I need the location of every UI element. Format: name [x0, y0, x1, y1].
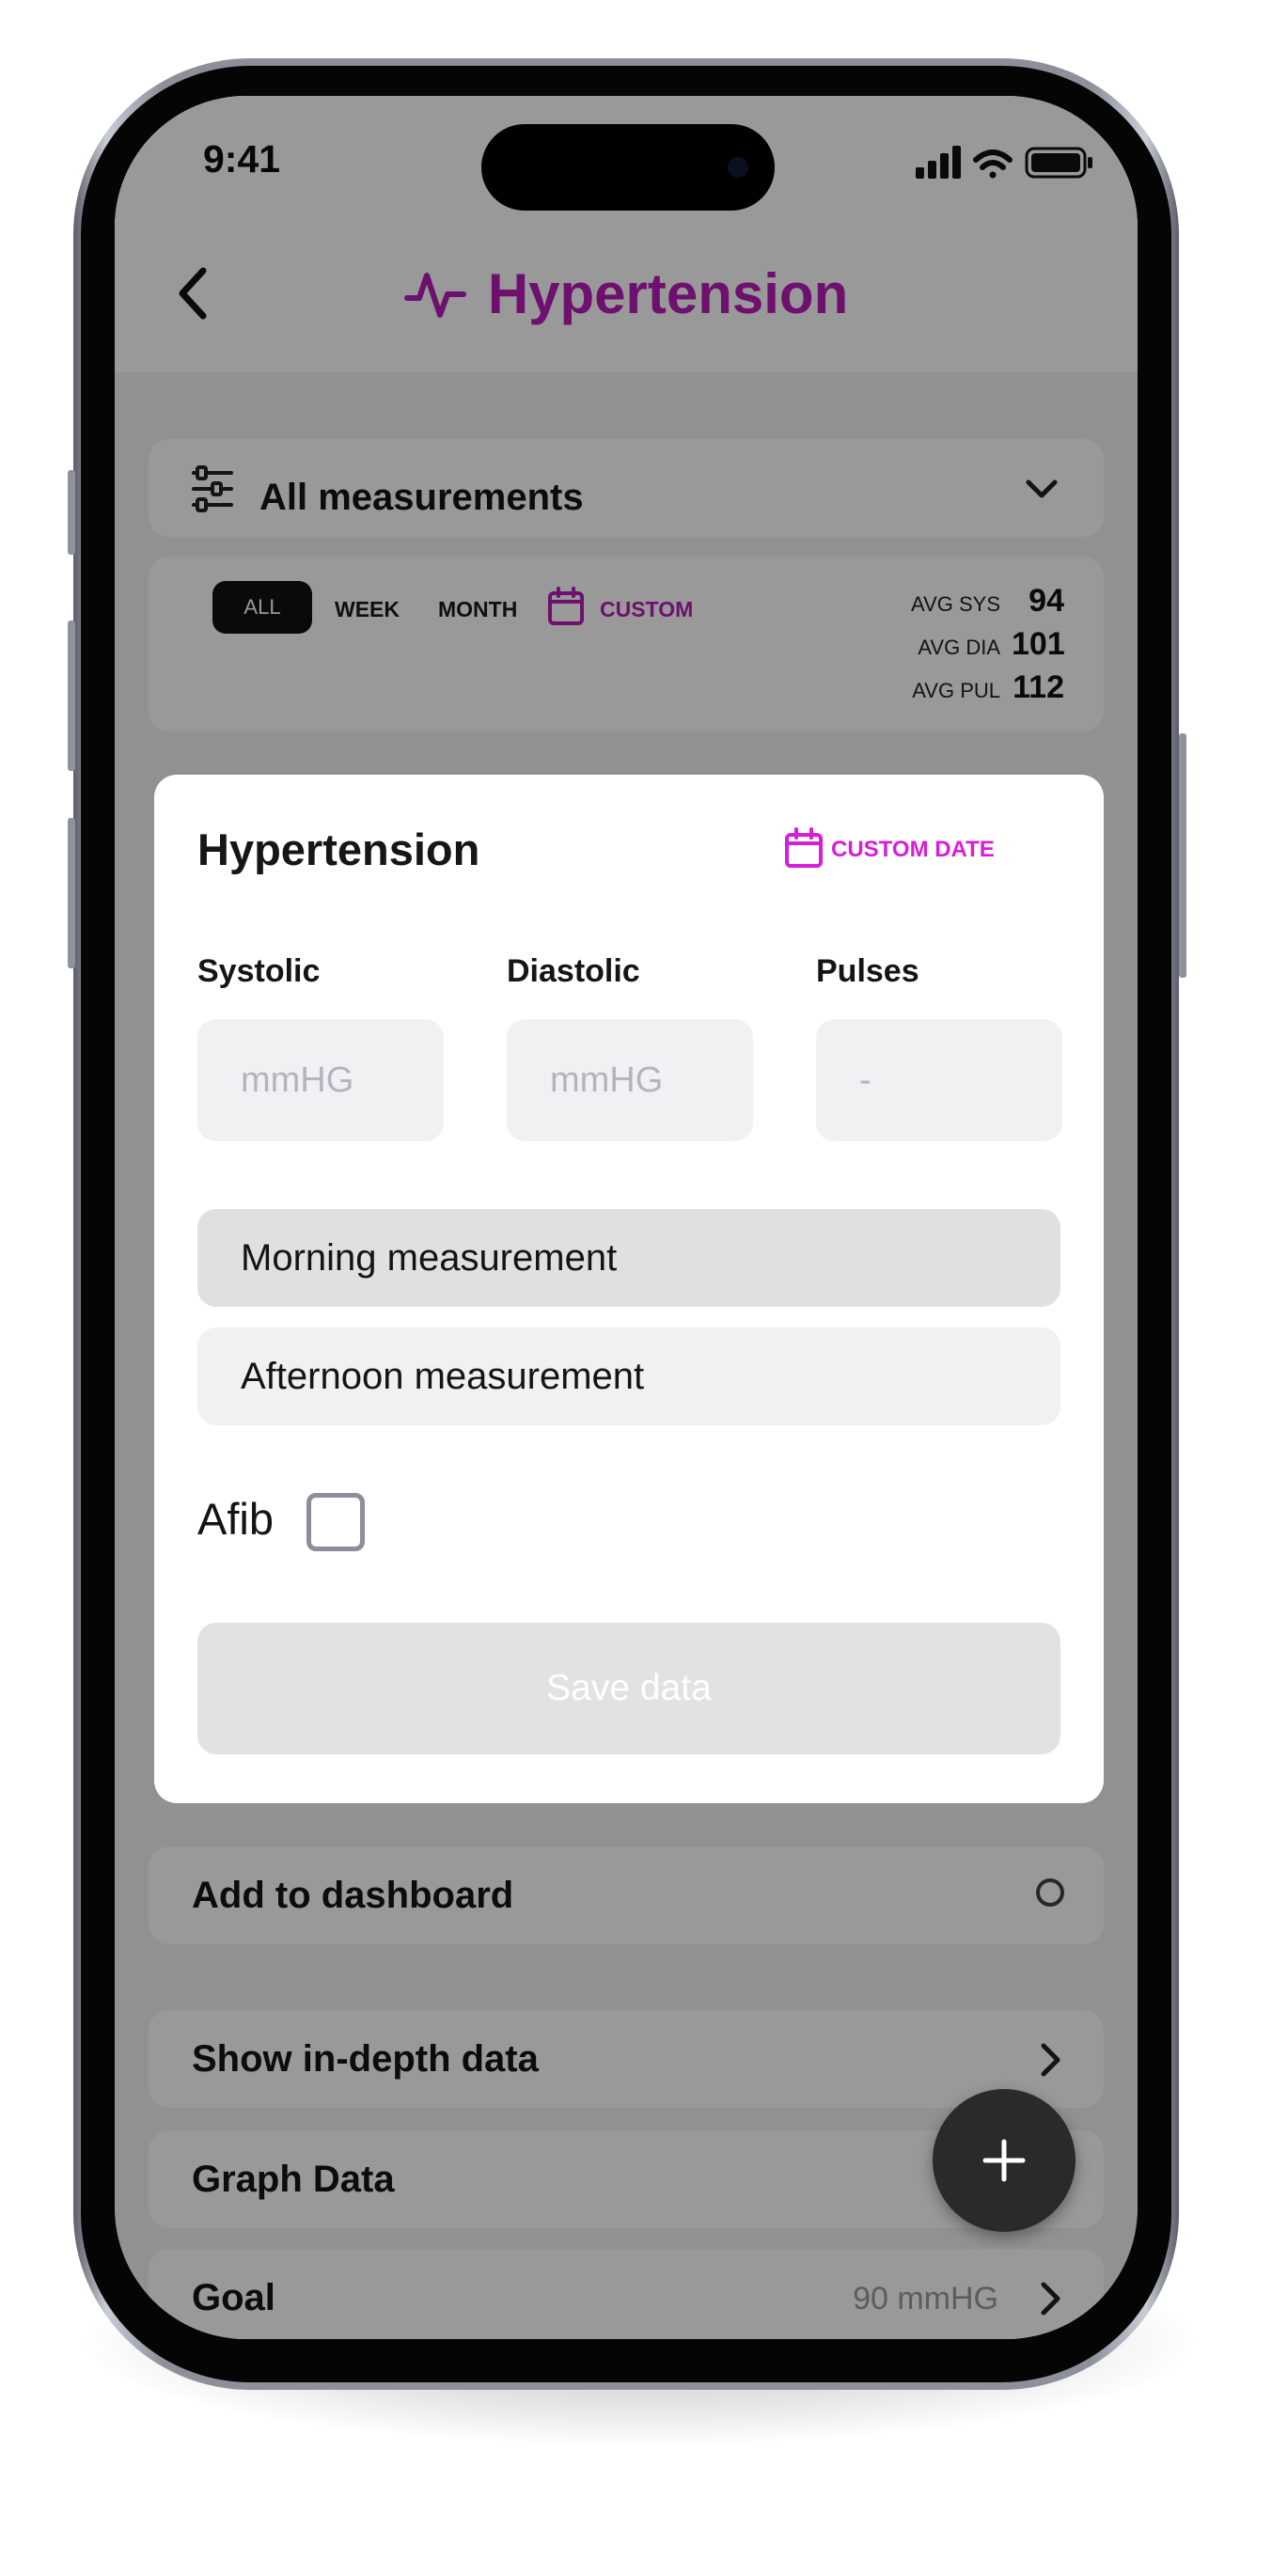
side-button-volume-down	[68, 818, 75, 968]
afib-checkbox[interactable]	[306, 1493, 365, 1551]
diastolic-label: Diastolic	[507, 953, 640, 989]
afternoon-measurement-option[interactable]: Afternoon measurement	[197, 1327, 1060, 1425]
pulses-label: Pulses	[816, 953, 919, 989]
side-button-volume-up	[68, 620, 75, 771]
custom-date-button[interactable]: CUSTOM DATE	[831, 837, 995, 863]
add-measurement-modal: Hypertension CUSTOM DATE Systolic Diasto…	[154, 775, 1104, 1803]
afib-label: Afib	[197, 1494, 274, 1544]
side-button-silent	[68, 470, 75, 555]
systolic-label: Systolic	[197, 953, 321, 989]
plus-icon	[982, 2139, 1026, 2182]
side-button-power	[1179, 733, 1186, 978]
phone-screen: 9:41 Hypertension All measurements ALL W…	[115, 96, 1138, 2339]
modal-title: Hypertension	[197, 825, 480, 874]
add-measurement-button[interactable]	[933, 2089, 1076, 2232]
morning-measurement-option[interactable]: Morning measurement	[197, 1209, 1060, 1307]
pulses-input[interactable]: -	[816, 1019, 1062, 1141]
diastolic-input[interactable]: mmHG	[507, 1019, 753, 1141]
calendar-icon[interactable]	[784, 827, 824, 869]
save-data-button[interactable]: Save data	[197, 1623, 1060, 1754]
systolic-input[interactable]: mmHG	[197, 1019, 444, 1141]
